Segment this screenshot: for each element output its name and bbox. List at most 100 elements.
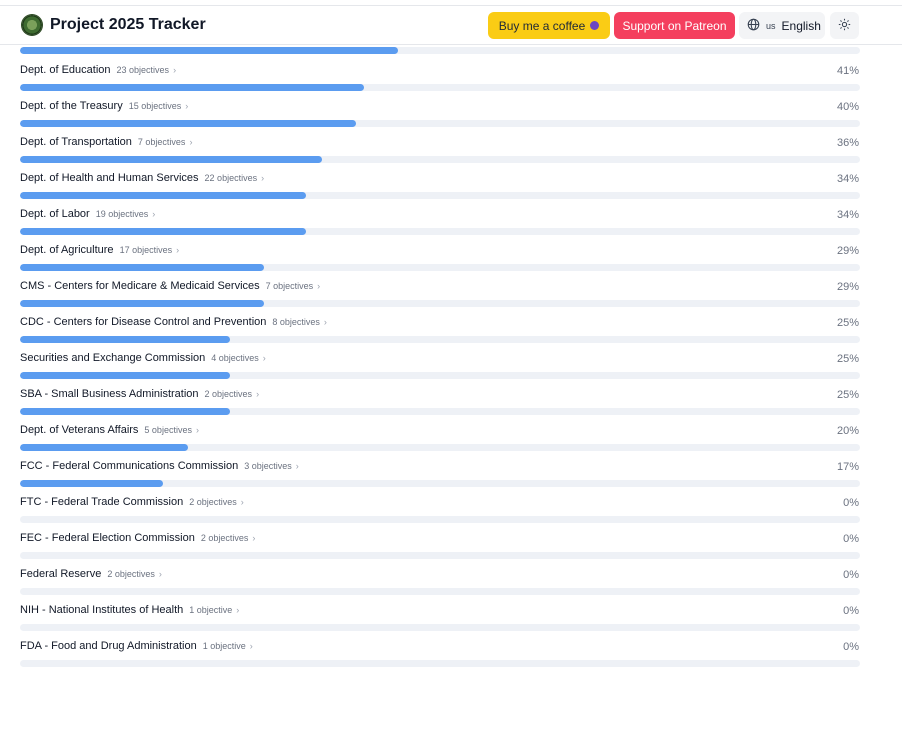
- progress-bar-partial: [20, 47, 860, 54]
- department-name: Dept. of Transportation: [20, 136, 132, 148]
- language-flag: us: [766, 20, 776, 31]
- chevron-right-icon: ›: [185, 101, 189, 111]
- department-name: Federal Reserve: [20, 568, 102, 580]
- department-name: Dept. of Agriculture: [20, 244, 114, 256]
- progress-bar: [20, 480, 860, 487]
- department-name: CDC - Centers for Disease Control and Pr…: [20, 316, 267, 328]
- progress-bar: [20, 300, 860, 307]
- coffee-button-label: Buy me a coffee: [498, 18, 586, 33]
- department-name: FDA - Food and Drug Administration: [20, 640, 197, 652]
- progress-fill: [20, 47, 398, 54]
- progress-fill: [20, 480, 163, 487]
- percent-complete: 34%: [836, 209, 859, 221]
- objectives-count: 7 objectives: [265, 281, 314, 291]
- objectives-count: 2 objectives: [200, 533, 249, 543]
- chevron-right-icon: ›: [195, 425, 199, 435]
- progress-fill: [20, 336, 230, 343]
- support-on-patreon-button[interactable]: Support on Patreon: [614, 12, 735, 39]
- progress-bar: [20, 516, 860, 523]
- chevron-right-icon: ›: [189, 137, 193, 147]
- page-title: Project 2025 Tracker: [50, 16, 206, 33]
- progress-fill: [20, 372, 230, 379]
- percent-complete: 0%: [843, 497, 859, 509]
- theme-toggle-button[interactable]: [830, 12, 859, 39]
- objectives-count: 8 objectives: [272, 317, 320, 327]
- progress-bar: [20, 660, 860, 667]
- department-row[interactable]: CDC - Centers for Disease Control and Pr…: [20, 316, 327, 328]
- department-row[interactable]: Dept. of Agriculture 17 objectives ›: [20, 244, 179, 256]
- objectives-count: 1 objective: [189, 605, 233, 615]
- progress-bar: [20, 120, 860, 127]
- language-selector-button[interactable]: us English: [739, 12, 825, 39]
- department-row[interactable]: Dept. of Transportation 7 objectives ›: [20, 136, 192, 148]
- percent-complete: 0%: [843, 641, 859, 653]
- department-name: FCC - Federal Communications Commission: [20, 460, 239, 472]
- department-row[interactable]: FTC - Federal Trade Commission 2 objectiv…: [20, 496, 244, 508]
- objectives-count: 7 objectives: [137, 137, 186, 147]
- logo-icon: [22, 15, 42, 35]
- progress-fill: [20, 120, 356, 127]
- department-row[interactable]: Dept. of the Treasury 15 objectives ›: [20, 100, 188, 112]
- department-name: FTC - Federal Trade Commission: [20, 496, 184, 508]
- objectives-count: 2 objectives: [189, 497, 237, 507]
- progress-bar: [20, 552, 860, 559]
- objectives-count: 22 objectives: [204, 173, 258, 183]
- percent-complete: 20%: [836, 425, 859, 437]
- progress-fill: [20, 444, 188, 451]
- percent-complete: 34%: [836, 173, 859, 185]
- department-name: CMS - Centers for Medicare & Medicaid Se…: [20, 280, 260, 292]
- globe-icon: [747, 18, 760, 34]
- department-row[interactable]: CMS - Centers for Medicare & Medicaid Se…: [20, 280, 320, 292]
- progress-bar: [20, 228, 860, 235]
- progress-bar: [20, 264, 860, 271]
- department-row[interactable]: Dept. of Veterans Affairs 5 objectives ›: [20, 424, 199, 436]
- coffee-emoji-icon: [590, 21, 600, 30]
- progress-bar: [20, 624, 860, 631]
- patreon-button-label: Support on Patreon: [622, 18, 727, 33]
- department-row[interactable]: NIH - National Institutes of Health 1 obj…: [20, 604, 239, 616]
- department-row[interactable]: Dept. of Education 23 objectives ›: [20, 64, 176, 76]
- chevron-right-icon: ›: [252, 533, 256, 543]
- department-name: Dept. of Education: [20, 64, 111, 76]
- sun-icon: [838, 18, 851, 34]
- progress-fill: [20, 300, 264, 307]
- progress-fill: [20, 228, 306, 235]
- progress-bar: [20, 156, 860, 163]
- chevron-right-icon: ›: [173, 65, 177, 75]
- department-name: NIH - National Institutes of Health: [20, 604, 184, 616]
- app-header: Project 2025 Tracker Buy me a coffee Sup…: [0, 6, 902, 45]
- progress-fill: [20, 156, 322, 163]
- progress-fill: [20, 408, 230, 415]
- department-name: Dept. of the Treasury: [20, 100, 123, 112]
- progress-fill: [20, 264, 264, 271]
- progress-bar: [20, 192, 860, 199]
- progress-fill: [20, 192, 306, 199]
- progress-bar: [20, 336, 860, 343]
- percent-complete: 40%: [836, 101, 859, 113]
- chevron-right-icon: ›: [236, 605, 240, 615]
- objectives-count: 2 objectives: [107, 569, 155, 579]
- department-row[interactable]: Dept. of Health and Human Services 22 obj…: [20, 172, 264, 184]
- chevron-right-icon: ›: [158, 569, 162, 579]
- percent-complete: 29%: [836, 281, 859, 293]
- department-row[interactable]: Federal Reserve 2 objectives ›: [20, 568, 162, 580]
- percent-complete: 17%: [836, 461, 859, 473]
- department-row[interactable]: SBA - Small Business Administration 2 obj…: [20, 388, 259, 400]
- objectives-count: 15 objectives: [128, 101, 182, 111]
- percent-complete: 29%: [836, 245, 859, 257]
- percent-complete: 25%: [836, 389, 859, 401]
- department-row[interactable]: FDA - Food and Drug Administration 1 obje…: [20, 640, 253, 652]
- department-row[interactable]: FEC - Federal Election Commission 2 objec…: [20, 532, 255, 544]
- chevron-right-icon: ›: [262, 353, 266, 363]
- progress-bar: [20, 444, 860, 451]
- buy-me-a-coffee-button[interactable]: Buy me a coffee: [488, 12, 610, 39]
- progress-bar: [20, 372, 860, 379]
- chevron-right-icon: ›: [295, 461, 299, 471]
- department-name: FEC - Federal Election Commission: [20, 532, 195, 544]
- language-label: English: [781, 18, 821, 33]
- department-row[interactable]: Securities and Exchange Commission 4 obje…: [20, 352, 266, 364]
- department-row[interactable]: FCC - Federal Communications Commission 3…: [20, 460, 299, 472]
- chevron-right-icon: ›: [152, 209, 156, 219]
- department-row[interactable]: Dept. of Labor 19 objectives ›: [20, 208, 155, 220]
- department-name: Dept. of Health and Human Services: [20, 172, 199, 184]
